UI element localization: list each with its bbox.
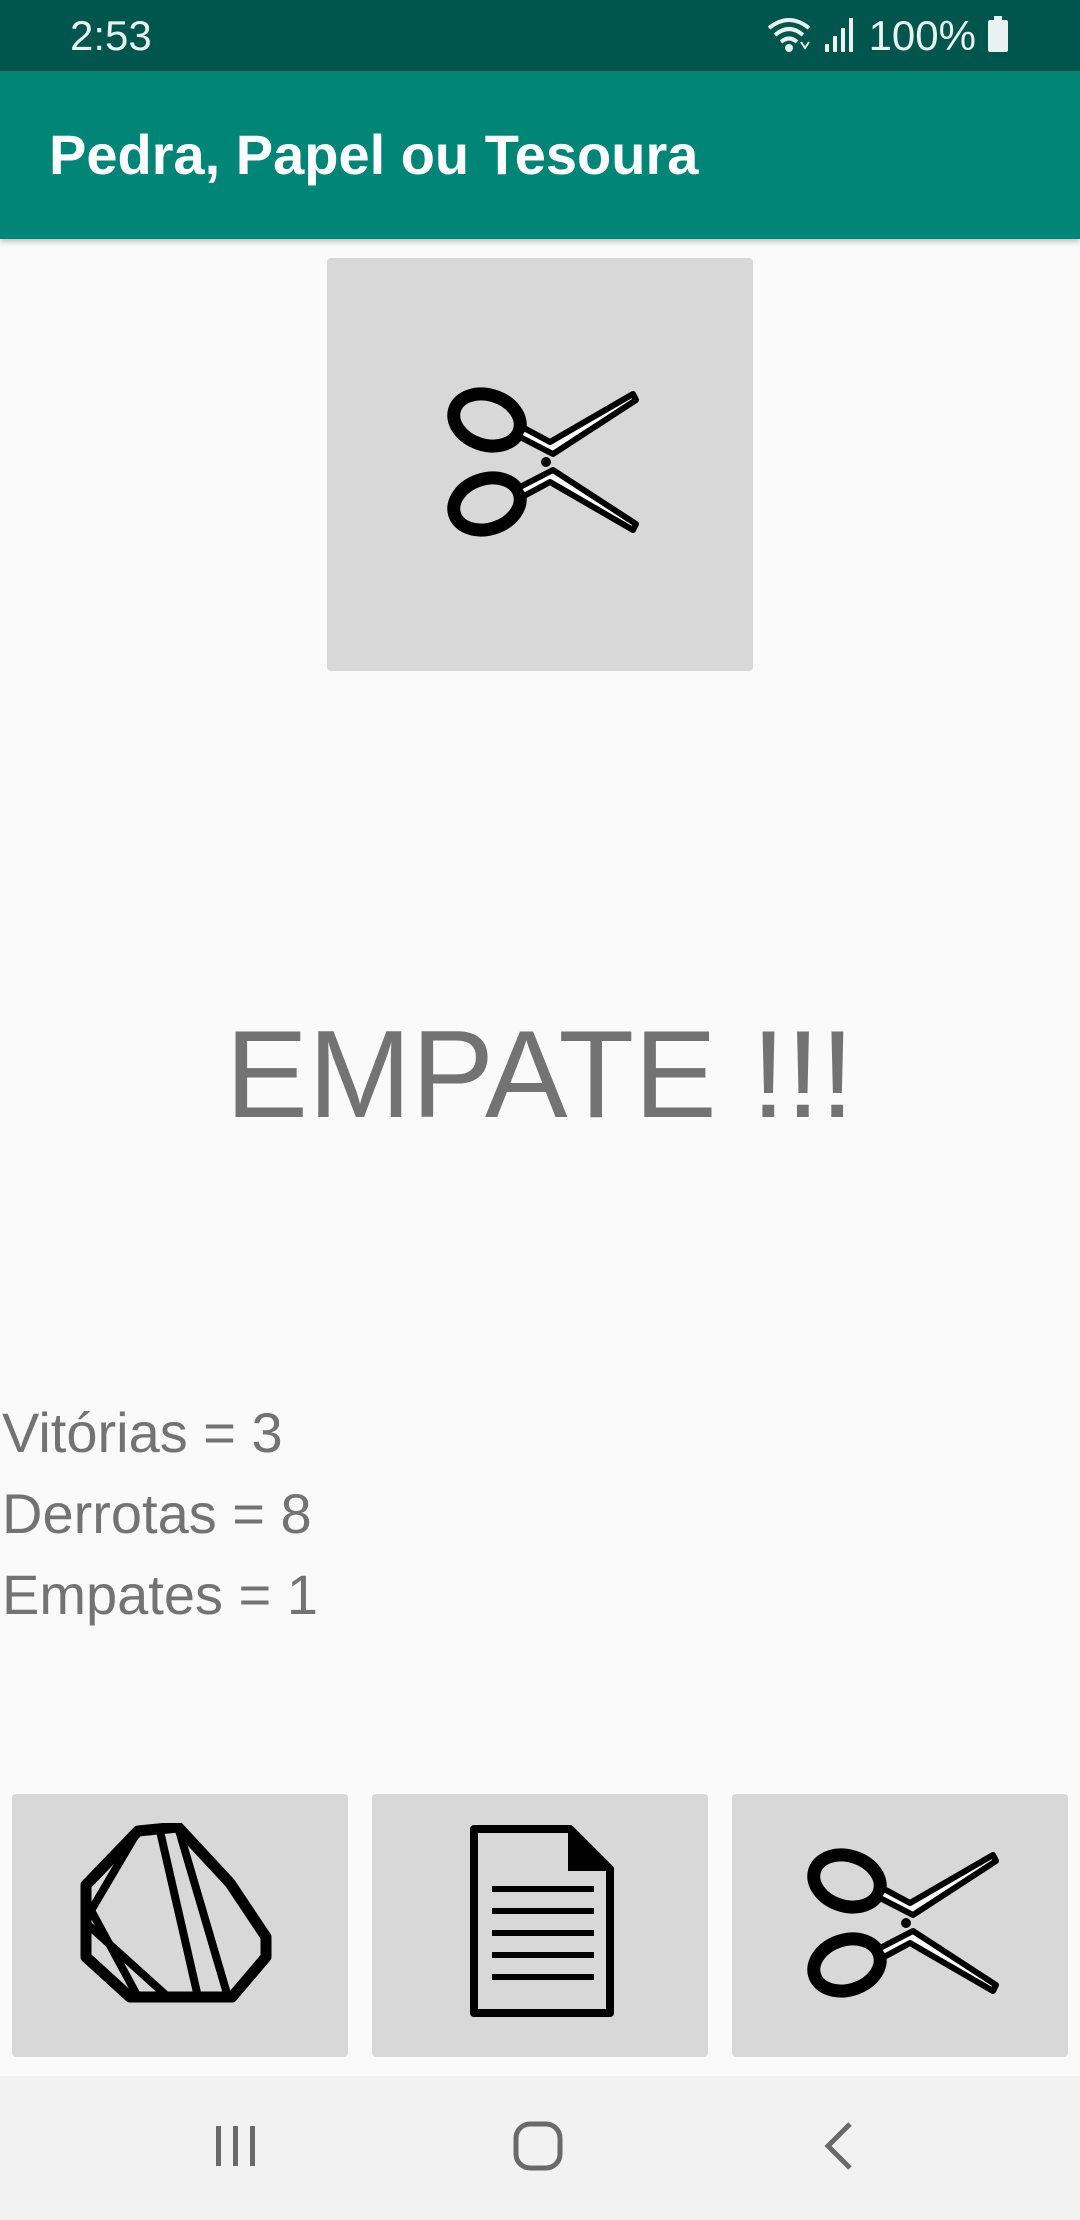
result-text: EMPATE !!!: [225, 1006, 855, 1144]
score-draws: Empates = 1: [2, 1563, 318, 1626]
rock-button[interactable]: [12, 1794, 348, 2057]
status-icons: 100%: [765, 12, 1010, 60]
app-choice-image: [327, 258, 753, 671]
recent-apps-button[interactable]: [136, 2076, 336, 2220]
score-wins: Vitórias = 3: [2, 1401, 283, 1464]
back-button[interactable]: [740, 2076, 940, 2220]
signal-icon: [823, 14, 859, 59]
scissors-icon: [800, 1843, 1000, 2008]
status-time: 2:53: [70, 12, 152, 59]
rock-icon: [80, 1821, 280, 2028]
scissors-icon: [440, 382, 640, 547]
app-title: Pedra, Papel ou Tesoura: [49, 123, 699, 186]
paper-button[interactable]: [372, 1794, 708, 2057]
battery-percent: 100%: [868, 12, 976, 59]
app-bar: Pedra, Papel ou Tesoura: [0, 71, 1080, 239]
home-icon: [512, 2120, 564, 2177]
back-icon: [820, 2120, 860, 2177]
paper-icon: [460, 1823, 620, 2028]
recent-apps-icon: [212, 2122, 260, 2175]
battery-icon: [986, 14, 1010, 59]
home-button[interactable]: [438, 2076, 638, 2220]
screen: 2:53 100% Pedra, Papel ou Tesoura EMPATE…: [0, 0, 1080, 2220]
wifi-icon: [765, 14, 813, 59]
status-bar: 2:53 100%: [0, 0, 1080, 71]
score-losses: Derrotas = 8: [2, 1482, 312, 1545]
scissors-button[interactable]: [732, 1794, 1068, 2057]
navigation-bar: [0, 2076, 1080, 2220]
